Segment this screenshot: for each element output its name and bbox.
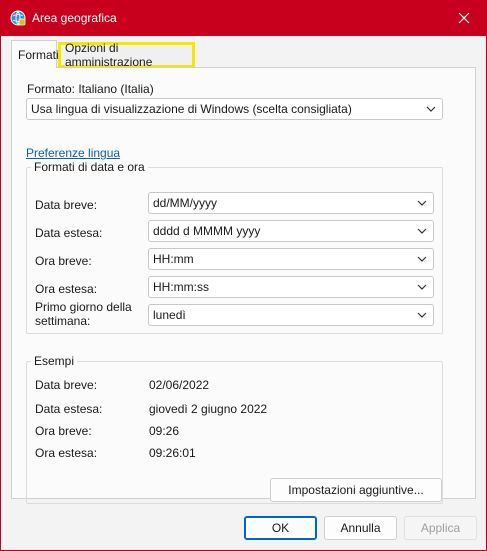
formats-panel: Formato: Italiano (Italia) Usa lingua di… [11, 67, 476, 504]
format-label: Formato: Italiano (Italia) [27, 82, 154, 96]
close-icon [458, 12, 470, 24]
first-day-label-line1: Primo giorno della [35, 300, 132, 314]
short-time-select[interactable]: HH:mm [148, 248, 434, 270]
tab-formats[interactable]: Formati [11, 40, 59, 68]
example-short-time-value: 09:26 [149, 424, 180, 438]
format-select[interactable]: Usa lingua di visualizzazione di Windows… [26, 98, 443, 120]
short-time-value: HH:mm [153, 252, 194, 266]
datetime-formats-title: Formati di data e ora [34, 160, 145, 174]
close-button[interactable] [441, 0, 487, 36]
example-short-time-label: Ora breve: [35, 424, 92, 438]
apply-button[interactable]: Applica [404, 516, 477, 540]
short-time-label: Ora breve: [35, 254, 92, 268]
first-day-value: lunedì [153, 308, 186, 322]
example-long-time-label: Ora estesa: [35, 446, 98, 460]
window-title: Area geografica [32, 11, 117, 25]
example-long-date-value: giovedì 2 giugno 2022 [149, 402, 268, 416]
chevron-down-icon [426, 106, 436, 112]
short-date-select[interactable]: dd/MM/yyyy [148, 192, 434, 214]
tab-administrative[interactable]: Opzioni di amministrazione [58, 41, 195, 69]
long-time-label: Ora estesa: [35, 282, 98, 296]
first-day-select[interactable]: lunedì [148, 304, 434, 326]
short-date-label: Data breve: [35, 198, 98, 212]
example-long-time-value: 09:26:01 [149, 446, 196, 460]
ok-button[interactable]: OK [244, 516, 317, 540]
long-date-select[interactable]: dddd d MMMM yyyy [148, 220, 434, 242]
format-select-value: Usa lingua di visualizzazione di Windows… [31, 102, 352, 116]
example-short-date-value: 02/06/2022 [149, 378, 210, 392]
tab-formats-label: Formati [18, 47, 59, 62]
tab-administrative-label: Opzioni di amministrazione [65, 41, 153, 69]
long-date-label: Data estesa: [35, 226, 103, 240]
chevron-down-icon [417, 284, 427, 290]
long-time-select[interactable]: HH:mm:ss [148, 276, 434, 298]
dialog-body: Formati Opzioni di amministrazione Forma… [1, 36, 486, 550]
additional-settings-button[interactable]: Impostazioni aggiuntive... [270, 478, 442, 502]
example-short-date-label: Data breve: [35, 378, 98, 392]
cancel-button[interactable]: Annulla [324, 516, 397, 540]
language-preferences-link[interactable]: Preferenze lingua [26, 146, 120, 160]
first-day-label-line2: settimana: [35, 314, 91, 328]
chevron-down-icon [417, 256, 427, 262]
title-bar[interactable]: Area geografica [0, 0, 487, 36]
examples-title: Esempi [34, 354, 75, 368]
short-date-value: dd/MM/yyyy [153, 196, 218, 210]
example-long-date-label: Data estesa: [35, 402, 103, 416]
region-dialog: Area geografica Formati Opzioni di ammin… [0, 0, 487, 551]
long-date-value: dddd d MMMM yyyy [153, 224, 261, 238]
chevron-down-icon [417, 200, 427, 206]
long-time-value: HH:mm:ss [153, 280, 209, 294]
region-globe-icon [10, 10, 26, 26]
chevron-down-icon [417, 228, 427, 234]
chevron-down-icon [417, 312, 427, 318]
